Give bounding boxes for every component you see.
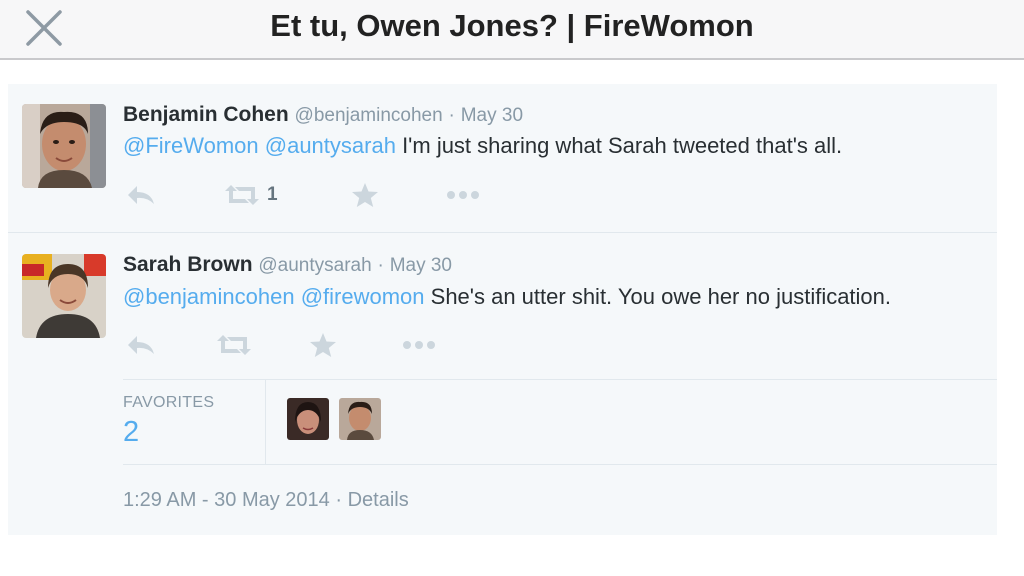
reply-button[interactable]: [125, 180, 157, 210]
tweet-stats: FAVORITES 2: [123, 379, 997, 465]
tweet-sarah-brown: Sarah Brown @auntysarah · May 30 @benjam…: [8, 234, 997, 535]
tweet-text: @FireWomon @auntysarah I'm just sharing …: [123, 132, 842, 160]
tweet-header: Sarah Brown @auntysarah · May 30: [123, 252, 452, 279]
favorites-count[interactable]: 2: [123, 416, 139, 449]
details-link[interactable]: Details: [348, 489, 409, 511]
separator-dot: ·: [448, 105, 455, 126]
separator-dot: ·: [335, 489, 348, 511]
more-button[interactable]: [445, 180, 481, 210]
retweet-icon: [217, 335, 251, 355]
favorite-icon: [310, 333, 336, 357]
favorite-button[interactable]: [309, 330, 337, 360]
timestamp-text: 1:29 AM - 30 May 2014: [123, 489, 330, 511]
reply-button[interactable]: [125, 330, 157, 360]
mention-link[interactable]: @FireWomon: [123, 133, 259, 158]
author-name[interactable]: Benjamin Cohen: [123, 103, 289, 126]
tweet-header: Benjamin Cohen @benjamincohen · May 30: [123, 102, 523, 129]
retweet-button[interactable]: [215, 330, 253, 360]
favorite-button[interactable]: [351, 180, 379, 210]
retweet-count: 1: [267, 184, 278, 205]
avatar-sarah-brown[interactable]: [22, 254, 106, 338]
more-icon: [447, 191, 479, 199]
favoriter-avatar[interactable]: [339, 398, 381, 440]
mention-link[interactable]: @benjamincohen: [123, 284, 295, 309]
tweet-actions: [123, 330, 523, 360]
tweet-conversation: Benjamin Cohen @benjamincohen · May 30 @…: [8, 84, 997, 535]
reply-icon: [128, 336, 154, 354]
tweet-date[interactable]: May 30: [461, 105, 523, 126]
more-icon: [403, 341, 435, 349]
favoriter-avatar[interactable]: [287, 398, 329, 440]
more-button[interactable]: [401, 330, 437, 360]
separator-dot: ·: [377, 255, 384, 276]
tweet-benjamin-cohen: Benjamin Cohen @benjamincohen · May 30 @…: [8, 84, 997, 233]
author-handle[interactable]: @auntysarah: [258, 255, 371, 276]
author-handle[interactable]: @benjamincohen: [295, 105, 443, 126]
tweet-actions: 1: [123, 180, 523, 210]
mention-link[interactable]: @auntysarah: [265, 133, 396, 158]
mention-link[interactable]: @firewomon: [301, 284, 425, 309]
favorites-stat: FAVORITES 2: [123, 380, 266, 464]
avatar-benjamin-cohen[interactable]: [22, 104, 106, 188]
tweet-body: She's an utter shit. You owe her no just…: [430, 284, 892, 309]
author-name[interactable]: Sarah Brown: [123, 253, 253, 276]
favorite-icon: [352, 183, 378, 207]
tweet-body: I'm just sharing what Sarah tweeted that…: [402, 133, 843, 158]
favorites-label: FAVORITES: [123, 394, 215, 411]
page-title: Et tu, Owen Jones? | FireWomon: [270, 8, 754, 43]
retweet-button[interactable]: 1: [223, 180, 278, 210]
retweet-icon: [225, 185, 259, 205]
tweet-date[interactable]: May 30: [390, 255, 452, 276]
tweet-timestamp: 1:29 AM - 30 May 2014 · Details: [123, 489, 409, 512]
reply-icon: [128, 186, 154, 204]
title-bar: Et tu, Owen Jones? | FireWomon: [0, 0, 1024, 60]
tweet-text: @benjamincohen @firewomon She's an utter…: [123, 283, 891, 311]
